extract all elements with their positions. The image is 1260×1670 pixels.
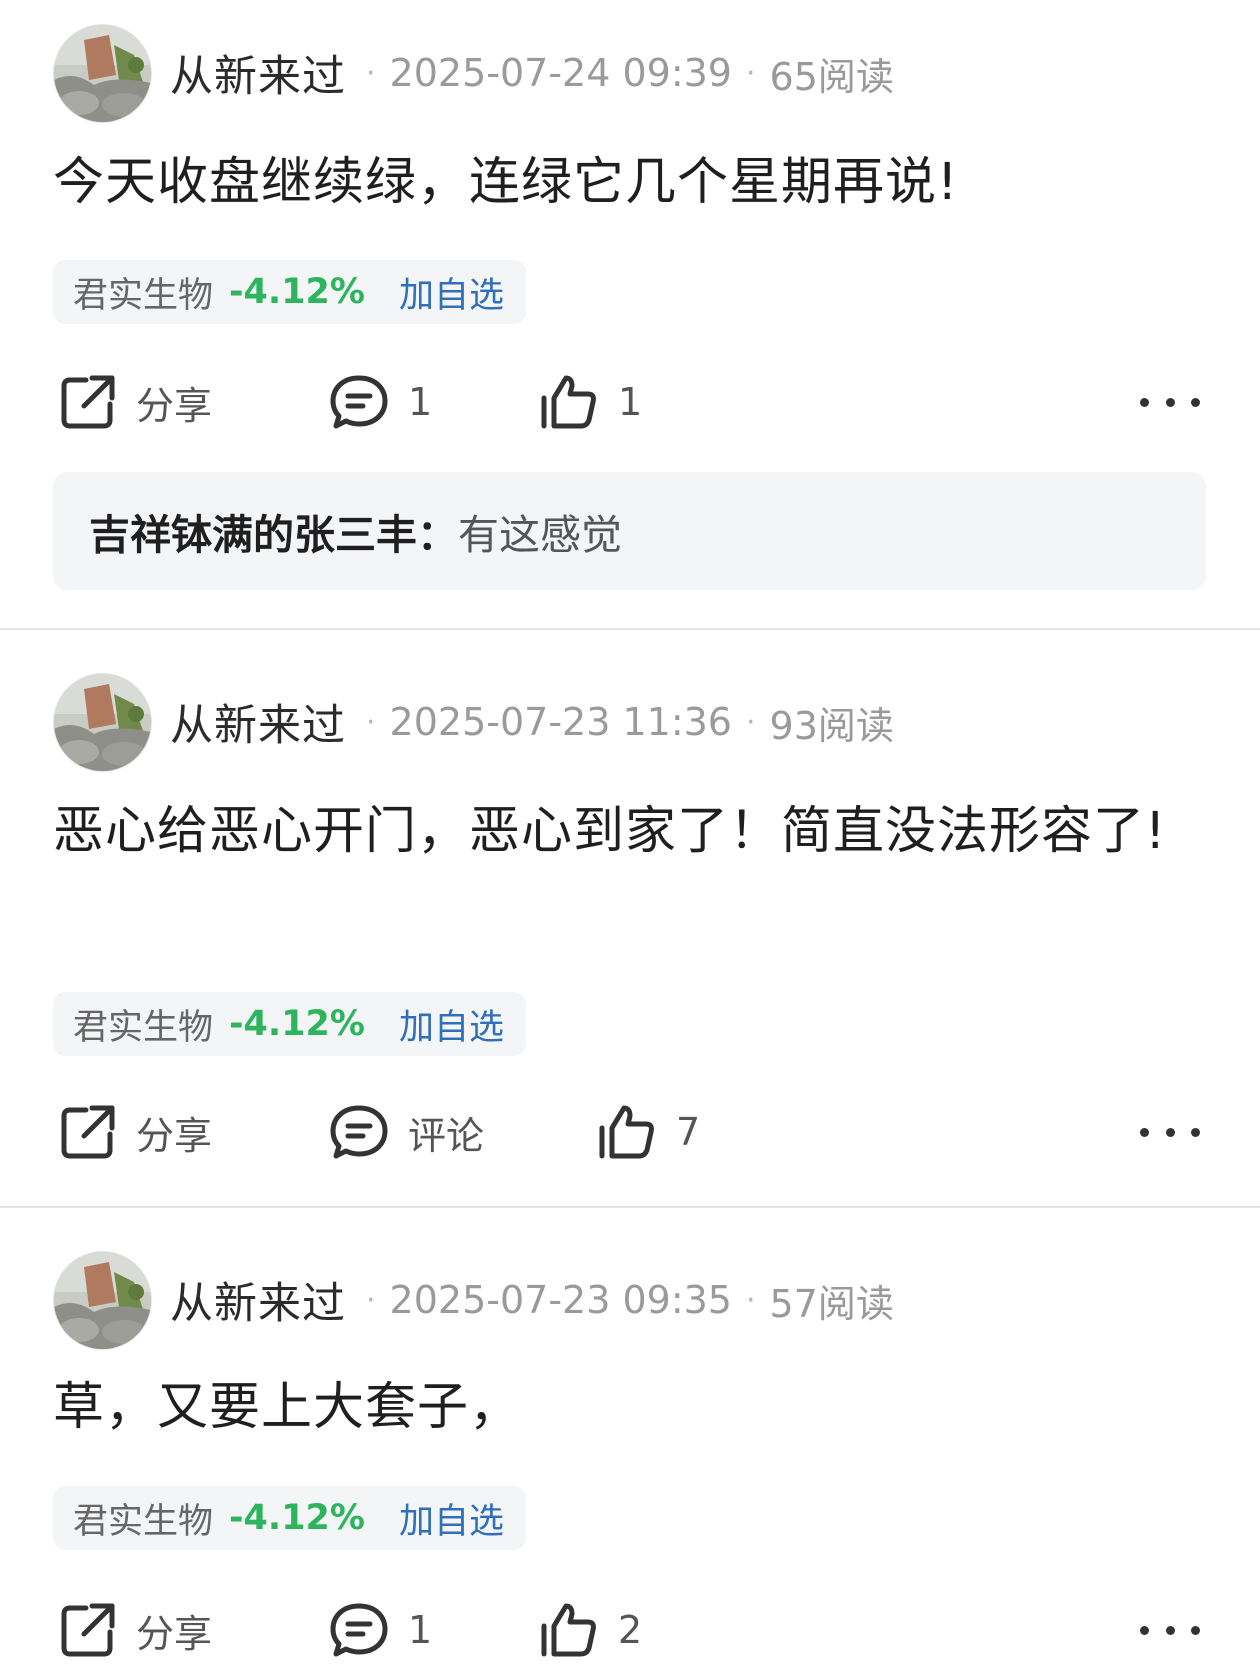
more-icon[interactable] xyxy=(1140,1112,1200,1152)
stock-change: -4.12% xyxy=(229,1498,365,1538)
add-watchlist-button[interactable]: 加自选 xyxy=(399,1493,504,1544)
post-meta: · 2025-07-23 09:35 · 57阅读 xyxy=(352,1273,894,1328)
thumbs-up-icon xyxy=(541,375,596,429)
post-date: 2025-07-23 11:36 xyxy=(389,700,732,744)
comment-count: 1 xyxy=(408,1608,433,1652)
like-button[interactable]: 1 xyxy=(538,362,642,442)
post-card: 从新来过 · 2025-07-23 09:35 · 57阅读 草，又要上大套子，… xyxy=(0,1208,1260,1657)
more-icon[interactable] xyxy=(1140,382,1200,422)
share-button[interactable]: 分享 xyxy=(58,1092,212,1172)
reply-username[interactable]: 吉祥钵满的张三丰： xyxy=(89,501,458,561)
meta-separator: · xyxy=(745,55,756,91)
meta-separator: · xyxy=(745,704,756,740)
like-count: 2 xyxy=(618,1608,643,1652)
read-count: 65阅读 xyxy=(769,54,894,99)
reply-text: 有这感觉 xyxy=(458,511,622,559)
stock-name[interactable]: 君实生物 xyxy=(73,267,213,318)
add-watchlist-button[interactable]: 加自选 xyxy=(399,267,504,318)
action-bar: 分享 1 2 xyxy=(0,1590,1260,1670)
meta-separator: · xyxy=(366,704,376,740)
stock-tag[interactable]: 君实生物 -4.12% 加自选 xyxy=(53,260,526,324)
comment-icon xyxy=(330,1603,388,1657)
reply-preview[interactable]: 吉祥钵满的张三丰： 有这感觉 xyxy=(53,472,1206,590)
author-name[interactable]: 从新来过 xyxy=(170,42,346,104)
avatar[interactable] xyxy=(53,672,152,772)
like-button[interactable]: 7 xyxy=(596,1092,700,1172)
post-header: 从新来过 · 2025-07-23 11:36 · 93阅读 xyxy=(53,672,894,772)
comment-button[interactable]: 1 xyxy=(328,362,432,442)
author-name[interactable]: 从新来过 xyxy=(170,691,346,753)
stock-name[interactable]: 君实生物 xyxy=(73,999,213,1050)
stock-name[interactable]: 君实生物 xyxy=(73,1493,213,1544)
post-meta: · 2025-07-23 11:36 · 93阅读 xyxy=(352,695,894,750)
avatar[interactable] xyxy=(53,1250,152,1350)
post-date: 2025-07-24 09:39 xyxy=(389,51,732,95)
comment-icon xyxy=(330,375,388,429)
read-count: 57阅读 xyxy=(769,1281,894,1326)
read-count: 93阅读 xyxy=(769,703,894,748)
like-count: 7 xyxy=(676,1110,701,1154)
post-text[interactable]: 恶心给恶心开门，恶心到家了！简直没法形容了! xyxy=(53,792,1213,872)
author-name[interactable]: 从新来过 xyxy=(170,1269,346,1331)
thumbs-up-icon xyxy=(541,1603,596,1657)
post-date: 2025-07-23 09:35 xyxy=(389,1278,732,1322)
more-icon[interactable] xyxy=(1140,1610,1200,1650)
share-label: 分享 xyxy=(136,1611,213,1656)
like-button[interactable]: 2 xyxy=(538,1590,642,1670)
action-bar: 分享 评论 7 xyxy=(0,1092,1260,1172)
stock-tag[interactable]: 君实生物 -4.12% 加自选 xyxy=(53,1486,526,1550)
post-header: 从新来过 · 2025-07-24 09:39 · 65阅读 xyxy=(53,23,894,123)
share-label: 分享 xyxy=(136,383,213,428)
like-count: 1 xyxy=(618,380,643,424)
meta-separator: · xyxy=(745,1282,756,1318)
share-label: 分享 xyxy=(136,1113,213,1158)
share-button[interactable]: 分享 xyxy=(58,362,212,442)
share-button[interactable]: 分享 xyxy=(58,1590,212,1670)
add-watchlist-button[interactable]: 加自选 xyxy=(399,999,504,1050)
avatar[interactable] xyxy=(53,23,152,123)
share-icon xyxy=(61,375,115,429)
stock-tag[interactable]: 君实生物 -4.12% 加自选 xyxy=(53,992,526,1056)
comment-button[interactable]: 评论 xyxy=(328,1092,484,1172)
comment-icon xyxy=(330,1105,388,1159)
share-icon xyxy=(61,1105,115,1159)
post-text[interactable]: 草，又要上大套子， xyxy=(53,1368,1213,1448)
comment-count: 1 xyxy=(408,380,433,424)
post-text[interactable]: 今天收盘继续绿，连绿它几个星期再说! xyxy=(53,143,1213,223)
share-icon xyxy=(61,1603,115,1657)
post-meta: · 2025-07-24 09:39 · 65阅读 xyxy=(352,46,894,101)
post-card: 从新来过 · 2025-07-24 09:39 · 65阅读 今天收盘继续绿，连… xyxy=(0,0,1260,630)
meta-separator: · xyxy=(366,55,376,91)
thumbs-up-icon xyxy=(599,1105,654,1159)
comment-label: 评论 xyxy=(408,1113,485,1158)
post-header: 从新来过 · 2025-07-23 09:35 · 57阅读 xyxy=(53,1250,894,1350)
stock-change: -4.12% xyxy=(229,272,365,312)
post-card: 从新来过 · 2025-07-23 11:36 · 93阅读 恶心给恶心开门，恶… xyxy=(0,630,1260,1208)
comment-button[interactable]: 1 xyxy=(328,1590,432,1670)
action-bar: 分享 1 1 xyxy=(0,362,1260,442)
meta-separator: · xyxy=(366,1282,376,1318)
stock-change: -4.12% xyxy=(229,1004,365,1044)
